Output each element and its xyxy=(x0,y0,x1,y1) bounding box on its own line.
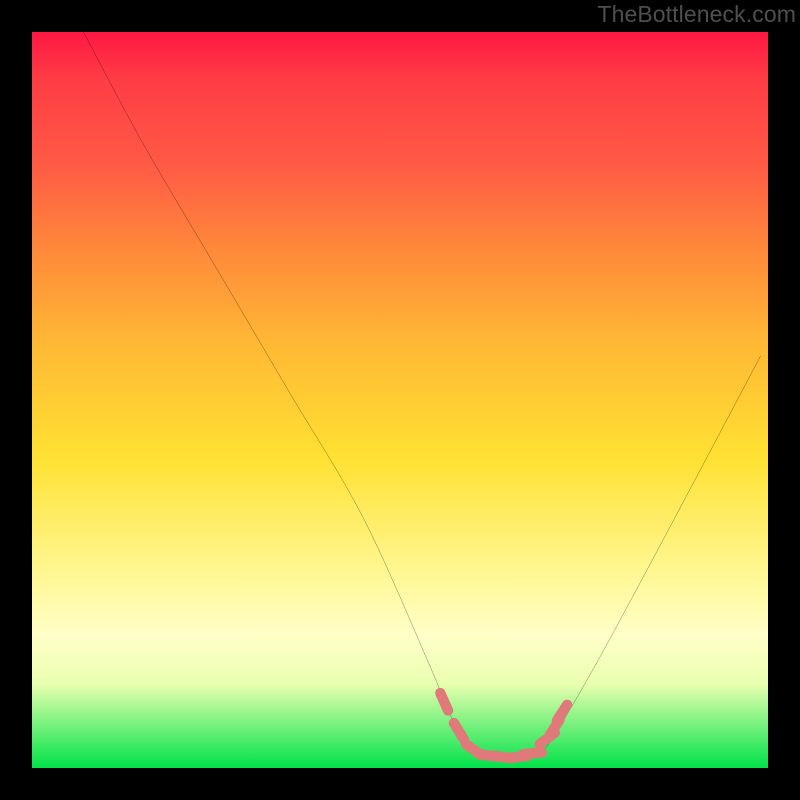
heatmap-gradient xyxy=(32,32,768,768)
watermark-text: TheBottleneck.com xyxy=(597,1,796,28)
plot-area xyxy=(32,32,768,768)
canvas: TheBottleneck.com xyxy=(0,0,800,800)
